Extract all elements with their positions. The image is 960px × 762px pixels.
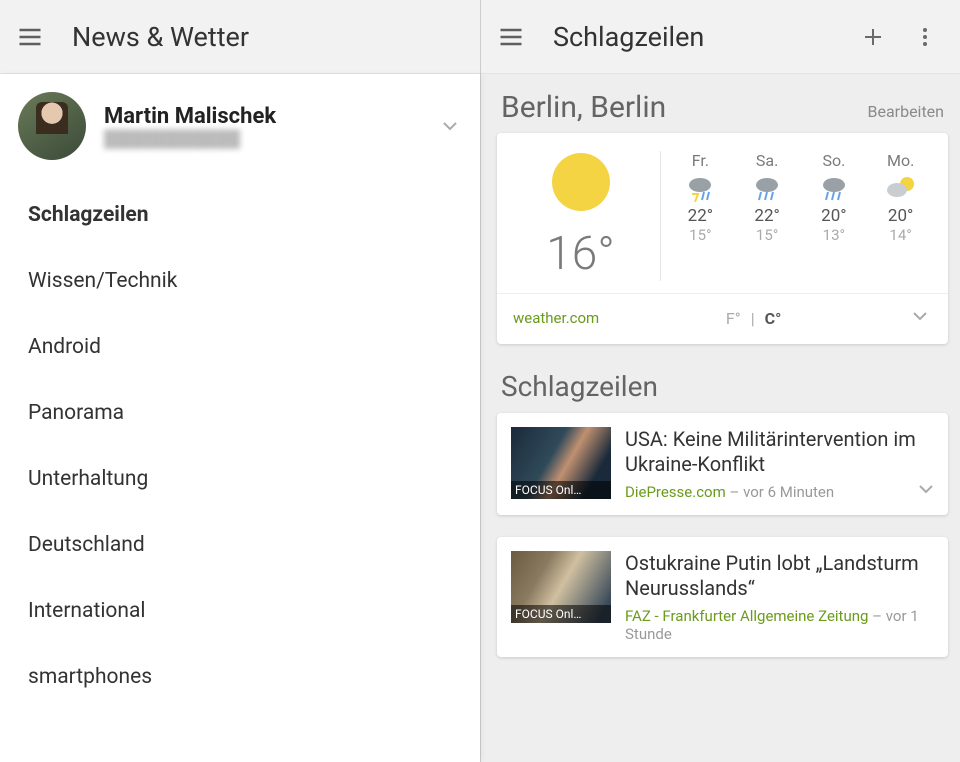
account-email: ████████████: [104, 129, 438, 149]
current-weather: 16°: [511, 151, 661, 281]
sunny-icon: [552, 153, 610, 211]
right-title: Schlagzeilen: [553, 21, 856, 53]
storm-icon: [682, 174, 718, 206]
content-scroll[interactable]: Berlin, Berlin Bearbeiten 16° Fr. 22°: [481, 74, 960, 762]
thumb-source-label: FOCUS Onl…: [511, 605, 611, 623]
forecast-lo: 15°: [689, 226, 711, 244]
rain-icon: [749, 174, 785, 206]
location-title: Berlin, Berlin: [501, 90, 666, 125]
news-card: FOCUS Onl… USA: Keine Militärinterventio…: [497, 413, 948, 515]
chevron-down-icon: [908, 304, 932, 328]
forecast-hi: 22°: [754, 206, 779, 226]
left-title: News & Wetter: [72, 21, 472, 53]
nav-item-smartphones[interactable]: smartphones: [0, 644, 480, 710]
hamburger-icon: [497, 23, 525, 51]
overflow-button[interactable]: [908, 20, 942, 54]
nav-item-android[interactable]: Android: [0, 314, 480, 380]
left-toolbar: News & Wetter: [0, 0, 480, 74]
nav-item-wissen-technik[interactable]: Wissen/Technik: [0, 248, 480, 314]
rain-icon: [816, 174, 852, 206]
news-expand-button[interactable]: [914, 477, 938, 505]
news-item[interactable]: FOCUS Onl… USA: Keine Militärinterventio…: [497, 413, 948, 515]
nav-item-panorama[interactable]: Panorama: [0, 380, 480, 446]
unit-c[interactable]: C°: [765, 309, 782, 328]
nav-item-schlagzeilen[interactable]: Schlagzeilen: [0, 182, 480, 248]
hamburger-button-right[interactable]: [489, 15, 533, 59]
news-thumb: FOCUS Onl…: [511, 427, 611, 499]
unit-toggle[interactable]: F° | C°: [599, 309, 908, 328]
edit-location-link[interactable]: Bearbeiten: [868, 102, 945, 121]
forecast-day-label: Fr.: [692, 151, 709, 170]
forecast-lo: 15°: [756, 226, 778, 244]
weather-expand-button[interactable]: [908, 304, 932, 332]
forecast-row: Fr. 22° 15° Sa. 22° 15°: [661, 151, 934, 281]
thumb-source-label: FOCUS Onl…: [511, 481, 611, 499]
partly-cloudy-icon: [883, 174, 919, 206]
unit-separator: |: [751, 309, 755, 328]
forecast-hi: 20°: [888, 206, 913, 226]
news-source[interactable]: FAZ - Frankfurter Allgemeine Zeitung: [625, 607, 868, 625]
news-card: FOCUS Onl… Ostukraine Putin lobt „Landst…: [497, 537, 948, 657]
nav-list: Schlagzeilen Wissen/Technik Android Pano…: [0, 174, 480, 718]
news-title: Ostukraine Putin lobt „Landsturm Neuruss…: [625, 551, 934, 601]
account-chevron-down-icon[interactable]: [438, 114, 462, 138]
forecast-day-label: Mo.: [887, 151, 914, 170]
forecast-hi: 20°: [821, 206, 846, 226]
news-title: USA: Keine Militärintervention im Ukrain…: [625, 427, 934, 477]
hamburger-button-left[interactable]: [8, 15, 52, 59]
forecast-day-label: Sa.: [756, 151, 778, 170]
news-item[interactable]: FOCUS Onl… Ostukraine Putin lobt „Landst…: [497, 537, 948, 657]
drawer: Martin Malischek ████████████ Schlagzeil…: [0, 74, 480, 762]
hamburger-icon: [16, 23, 44, 51]
weather-card: 16° Fr. 22° 15° Sa.: [497, 133, 948, 344]
headlines-section-title: Schlagzeilen: [497, 366, 948, 413]
nav-item-deutschland[interactable]: Deutschland: [0, 512, 480, 578]
forecast-day: Fr. 22° 15°: [669, 151, 731, 281]
forecast-day: So. 20° 13°: [803, 151, 865, 281]
news-time: vor 6 Minuten: [743, 483, 834, 501]
forecast-day: Mo. 20° 14°: [870, 151, 932, 281]
account-name: Martin Malischek: [104, 104, 438, 129]
nav-item-unterhaltung[interactable]: Unterhaltung: [0, 446, 480, 512]
add-button[interactable]: [856, 20, 890, 54]
current-temp: 16°: [546, 227, 614, 281]
news-source[interactable]: DiePresse.com: [625, 483, 726, 501]
forecast-hi: 22°: [688, 206, 713, 226]
avatar: [18, 92, 86, 160]
news-time-prefix: –: [868, 607, 885, 625]
weather-source-link[interactable]: weather.com: [513, 309, 599, 327]
news-thumb: FOCUS Onl…: [511, 551, 611, 623]
forecast-day: Sa. 22° 15°: [736, 151, 798, 281]
plus-icon: [861, 25, 885, 49]
nav-item-international[interactable]: International: [0, 578, 480, 644]
news-time-prefix: –: [726, 483, 743, 501]
right-toolbar: Schlagzeilen: [481, 0, 960, 74]
more-vert-icon: [913, 25, 937, 49]
chevron-down-icon: [914, 477, 938, 501]
forecast-lo: 13°: [823, 226, 845, 244]
forecast-lo: 14°: [889, 226, 911, 244]
account-header[interactable]: Martin Malischek ████████████: [0, 74, 480, 174]
unit-f[interactable]: F°: [726, 309, 741, 328]
forecast-day-label: So.: [822, 151, 845, 170]
